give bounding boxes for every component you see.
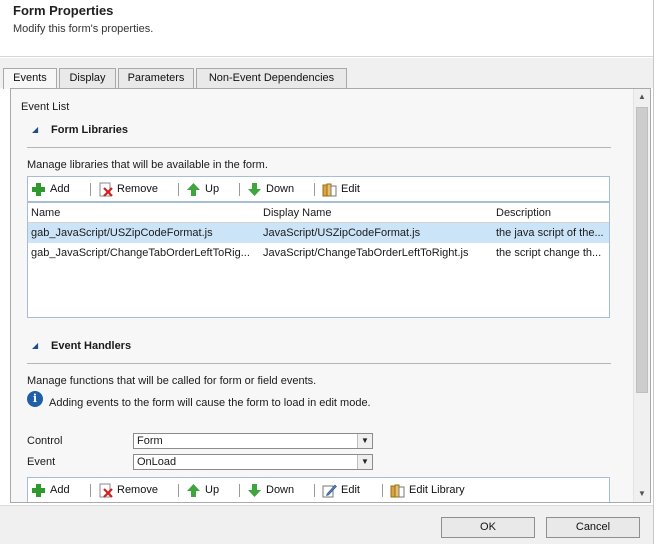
edit-pencil-icon	[322, 483, 337, 498]
toolbar-separator	[314, 484, 315, 497]
libraries-grid: Name Display Name Description gab_JavaSc…	[27, 202, 610, 318]
dialog-title: Form Properties	[13, 3, 114, 18]
control-select-value: Form	[137, 435, 163, 447]
column-header-description[interactable]: Description	[496, 207, 551, 219]
cell-display-name: JavaScript/USZipCodeFormat.js	[263, 227, 421, 239]
tab-events[interactable]: Events	[3, 68, 57, 89]
remove-library-button[interactable]: Remove	[98, 177, 158, 201]
cell-name: gab_JavaScript/ChangeTabOrderLeftToRig..…	[31, 247, 250, 259]
event-list-label: Event List	[21, 101, 70, 113]
events-panel: Event List ◢ Form Libraries Manage libra…	[10, 88, 651, 503]
event-select[interactable]: OnLoad ▼	[133, 454, 373, 470]
edit-label: Edit	[341, 484, 360, 496]
add-label: Add	[50, 183, 70, 195]
ok-button[interactable]: OK	[441, 517, 535, 538]
arrow-up-icon	[186, 483, 201, 498]
cell-name: gab_JavaScript/USZipCodeFormat.js	[31, 227, 213, 239]
library-icon	[322, 182, 337, 197]
dialog-footer: OK Cancel	[0, 505, 653, 544]
control-select[interactable]: Form ▼	[133, 433, 373, 449]
edit-library-button[interactable]: Edit Library	[390, 478, 465, 502]
tab-non-event-dependencies[interactable]: Non-Event Dependencies	[196, 68, 347, 88]
event-select-value: OnLoad	[137, 456, 177, 468]
grid-header: Name Display Name Description	[28, 203, 609, 223]
section-divider	[27, 363, 611, 364]
collapse-triangle-icon[interactable]: ◢	[32, 341, 38, 350]
form-libraries-toolbar: Add Remove Up Down Edit	[27, 176, 610, 202]
edit-library-button[interactable]: Edit	[322, 177, 360, 201]
add-icon	[31, 182, 46, 197]
scrollbar-thumb[interactable]	[636, 107, 648, 393]
info-message: Adding events to the form will cause the…	[49, 397, 371, 409]
arrow-down-icon	[247, 182, 262, 197]
move-up-button[interactable]: Up	[186, 177, 219, 201]
control-label: Control	[27, 435, 63, 447]
chevron-down-icon[interactable]: ▼	[357, 434, 372, 448]
collapse-triangle-icon[interactable]: ◢	[32, 125, 38, 134]
arrow-down-icon	[247, 483, 262, 498]
event-label: Event	[27, 456, 56, 468]
move-down-button[interactable]: Down	[247, 177, 294, 201]
column-header-display-name[interactable]: Display Name	[263, 207, 331, 219]
cell-description: the script change th...	[496, 247, 602, 259]
arrow-up-icon	[186, 182, 201, 197]
up-label: Up	[205, 484, 220, 496]
tab-strip: Events Display Parameters Non-Event Depe…	[0, 58, 653, 89]
form-libraries-description: Manage libraries that will be available …	[27, 159, 268, 171]
table-row[interactable]: gab_JavaScript/ChangeTabOrderLeftToRig..…	[28, 243, 609, 263]
scroll-up-arrow-icon[interactable]: ▲	[634, 89, 650, 105]
edit-label: Edit	[341, 183, 360, 195]
column-header-name[interactable]: Name	[31, 207, 60, 219]
tab-display[interactable]: Display	[59, 68, 116, 88]
cell-display-name: JavaScript/ChangeTabOrderLeftToRight.js	[263, 247, 469, 259]
vertical-scrollbar[interactable]: ▲ ▼	[633, 89, 650, 502]
toolbar-separator	[90, 484, 91, 497]
dialog-border	[653, 0, 654, 544]
toolbar-separator	[314, 183, 315, 196]
chevron-down-icon[interactable]: ▼	[357, 455, 372, 469]
event-handlers-description: Manage functions that will be called for…	[27, 375, 317, 387]
add-icon	[31, 483, 46, 498]
remove-label: Remove	[117, 484, 158, 496]
toolbar-separator	[239, 183, 240, 196]
event-handlers-toolbar: Add Remove Up Down Edit Edit Library	[27, 477, 610, 502]
remove-label: Remove	[117, 183, 158, 195]
info-icon: i	[27, 391, 43, 407]
cancel-button[interactable]: Cancel	[546, 517, 640, 538]
remove-handler-button[interactable]: Remove	[98, 478, 158, 502]
dialog-header: Form Properties Modify this form's prope…	[0, 0, 662, 58]
move-up-button[interactable]: Up	[186, 478, 219, 502]
dialog-subtitle: Modify this form's properties.	[13, 23, 154, 35]
toolbar-separator	[178, 183, 179, 196]
header-divider	[0, 56, 653, 57]
remove-icon	[98, 483, 113, 498]
remove-icon	[98, 182, 113, 197]
event-handlers-header[interactable]: Event Handlers	[51, 340, 131, 352]
library-icon	[390, 483, 405, 498]
down-label: Down	[266, 484, 295, 496]
add-label: Add	[50, 484, 70, 496]
cell-description: the java script of the...	[496, 227, 604, 239]
tab-parameters[interactable]: Parameters	[118, 68, 194, 88]
scroll-down-arrow-icon[interactable]: ▼	[634, 486, 650, 502]
edit-library-label: Edit Library	[409, 484, 465, 496]
toolbar-separator	[382, 484, 383, 497]
edit-handler-button[interactable]: Edit	[322, 478, 360, 502]
section-divider	[27, 147, 611, 148]
down-label: Down	[266, 183, 295, 195]
add-handler-button[interactable]: Add	[31, 478, 70, 502]
toolbar-separator	[90, 183, 91, 196]
move-down-button[interactable]: Down	[247, 478, 294, 502]
toolbar-separator	[239, 484, 240, 497]
form-libraries-header[interactable]: Form Libraries	[51, 124, 128, 136]
table-row[interactable]: gab_JavaScript/USZipCodeFormat.js JavaSc…	[28, 223, 609, 243]
add-library-button[interactable]: Add	[31, 177, 70, 201]
up-label: Up	[205, 183, 220, 195]
toolbar-separator	[178, 484, 179, 497]
